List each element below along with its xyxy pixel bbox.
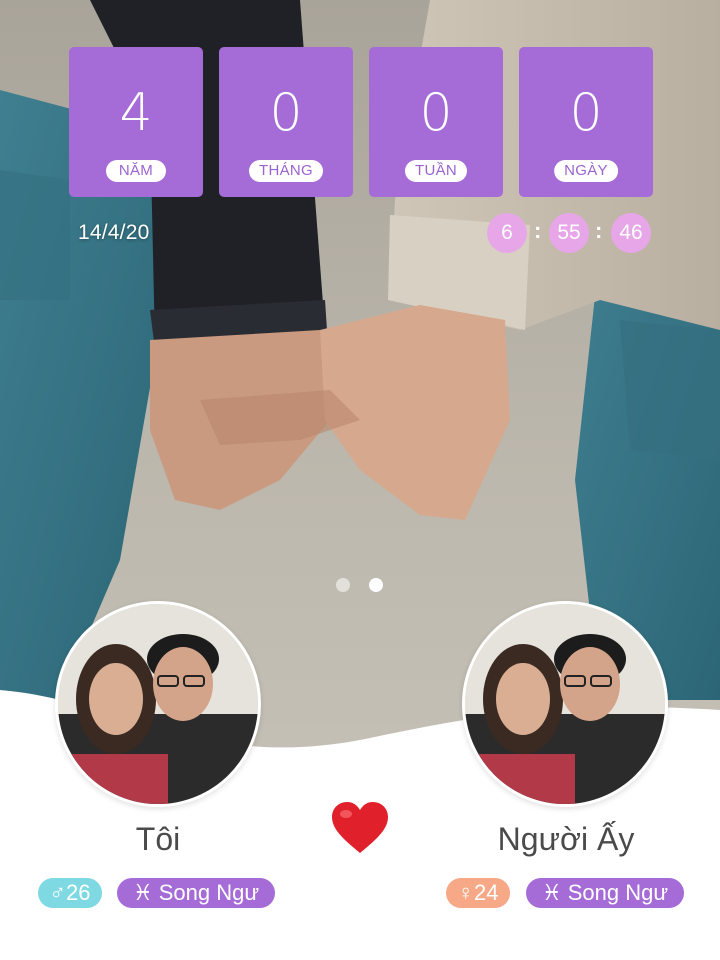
partner-gender-age-badge[interactable]: ♀24	[446, 878, 510, 908]
time-clock: 6 : 55 : 46	[487, 213, 657, 255]
my-avatar[interactable]	[55, 601, 261, 807]
clock-separator: :	[595, 218, 603, 243]
partner-name[interactable]: Người Ấy	[466, 821, 666, 858]
days-label: NGÀY	[554, 160, 618, 182]
duration-counter: 4 NĂM 0 THÁNG 0 TUẦN 0 NGÀY	[69, 47, 653, 197]
heart-icon[interactable]	[331, 801, 389, 855]
clock-separator: :	[534, 218, 542, 243]
days-value: 0	[569, 83, 603, 143]
weeks-label: TUẦN	[404, 160, 468, 182]
clock-seconds: 46	[611, 213, 651, 253]
partner-zodiac-badge[interactable]: ♓ Song Ngư	[526, 878, 684, 908]
days-tile: 0 NGÀY	[519, 47, 653, 197]
weeks-tile: 0 TUẦN	[369, 47, 503, 197]
years-label: NĂM	[106, 160, 166, 182]
partner-avatar[interactable]	[462, 601, 668, 807]
months-value: 0	[269, 83, 303, 143]
weeks-value: 0	[419, 83, 453, 143]
page-dot-2[interactable]	[369, 578, 383, 592]
my-zodiac-badge[interactable]: ♓ Song Ngư	[117, 878, 275, 908]
months-tile: 0 THÁNG	[219, 47, 353, 197]
my-gender-age-badge[interactable]: ♂26	[38, 878, 102, 908]
start-date[interactable]: 14/4/20	[78, 221, 149, 245]
page-dot-1[interactable]	[336, 578, 350, 592]
clock-minutes: 55	[549, 213, 589, 253]
clock-hours: 6	[487, 213, 527, 253]
months-label: THÁNG	[249, 160, 323, 182]
my-name[interactable]: Tôi	[60, 821, 256, 858]
years-value: 4	[119, 83, 153, 143]
page-indicator[interactable]	[336, 578, 386, 594]
couple-photo	[465, 604, 665, 804]
years-tile: 4 NĂM	[69, 47, 203, 197]
couple-photo	[58, 604, 258, 804]
